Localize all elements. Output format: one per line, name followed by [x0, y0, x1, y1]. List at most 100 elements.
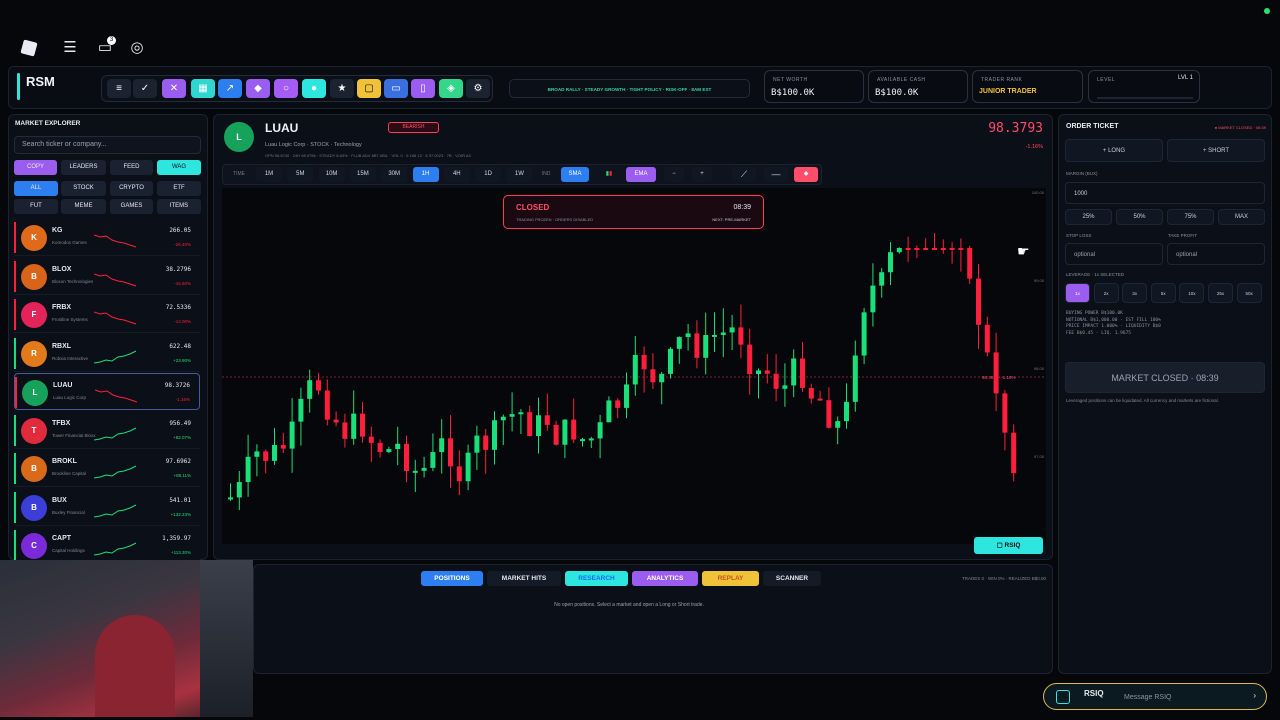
market-row[interactable]: B BUX Buxley Financial 541.01 +132.23%	[14, 488, 200, 526]
search-input[interactable]: Search ticker or company...	[14, 136, 201, 154]
tab-positions[interactable]: POSITIONS	[421, 571, 483, 586]
y-axis-label: 99.00	[1034, 278, 1045, 283]
cat-meme[interactable]: MEME	[61, 199, 106, 214]
arrow-tool-icon[interactable]: ↗	[218, 79, 242, 98]
row-company: Bloxon Technologies	[52, 278, 94, 284]
leverage-button[interactable]: 5x	[1150, 283, 1176, 303]
view-feed[interactable]: FEED	[110, 160, 153, 175]
candles-icon[interactable]: ▮▮	[598, 167, 620, 182]
cat-all[interactable]: ALL	[14, 181, 58, 196]
cash-value: B$100.0K	[875, 88, 919, 98]
chat-icon[interactable]: ▭ 3	[95, 36, 116, 58]
pct-50-button[interactable]: 50%	[1116, 209, 1163, 225]
tab-analytics[interactable]: ANALYTICS	[632, 571, 698, 586]
circle-tool-icon[interactable]: ○	[274, 79, 298, 98]
ticker-avatar: L	[224, 122, 254, 152]
candle-body	[272, 444, 277, 461]
market-row[interactable]: T TFBX Tower Financial Bloxx 956.49 +82.07%	[14, 411, 200, 449]
market-row[interactable]: B BLOX Bloxon Technologies 38.2796 -16.60%	[14, 257, 200, 295]
check-tool-icon[interactable]: ✓	[133, 79, 157, 98]
timeframe-button[interactable]: 4H	[443, 167, 470, 182]
grid-tool-icon[interactable]: ▦	[191, 79, 215, 98]
candle-body	[316, 380, 321, 391]
tab-research[interactable]: RESEARCH	[565, 571, 628, 586]
market-row[interactable]: F FRBX Frostline Systems 72.5336 -14.00%	[14, 296, 200, 333]
view-leaders[interactable]: LEADERS	[61, 160, 106, 175]
rsiq-chart-button[interactable]: ▢ RSIQ	[974, 537, 1043, 554]
candlestick-chart[interactable]: 100.00 99.00 98.00 97.00 98.38% · -1.16%	[222, 188, 1046, 544]
ticker-avatar-icon: B	[21, 494, 47, 521]
leverage-button[interactable]: 50x	[1236, 283, 1262, 303]
chart-stats-line: OPN 98.8740 · 24H 98.9756 · STEADY 8.63%…	[265, 153, 471, 158]
pct-25-button[interactable]: 25%	[1065, 209, 1112, 225]
leverage-button[interactable]: 10x	[1179, 283, 1205, 303]
monitor-tool-icon[interactable]: ▭	[384, 79, 408, 98]
chat-input[interactable]: Message RSIQ	[1124, 694, 1171, 701]
timeframe-button[interactable]: 1W	[506, 167, 533, 182]
market-closed-button[interactable]: MARKET CLOSED · 08:39	[1065, 362, 1265, 393]
headset-icon[interactable]: ◎	[127, 38, 147, 58]
long-button[interactable]: + LONG	[1065, 139, 1163, 162]
zoom-in-button[interactable]: +	[692, 167, 712, 182]
candle-body	[808, 387, 814, 399]
margin-input[interactable]: 1000	[1065, 182, 1265, 204]
sma-button[interactable]: SMA	[561, 167, 589, 182]
eraser-icon[interactable]: ◆	[794, 167, 818, 182]
leverage-button[interactable]: 2x	[1093, 283, 1119, 303]
leverage-button[interactable]: 1x	[1065, 283, 1090, 303]
tab-market-hits[interactable]: MARKET HITS	[487, 571, 561, 586]
pct-max-button[interactable]: MAX	[1218, 209, 1265, 225]
chat-bar[interactable]: RSIQ Message RSIQ ›	[1043, 683, 1267, 710]
take-profit-input[interactable]: optional	[1167, 243, 1265, 265]
roblox-logo-icon[interactable]	[19, 38, 39, 58]
view-wag[interactable]: WAG	[157, 160, 201, 175]
cat-fut[interactable]: FUT	[14, 199, 58, 214]
short-button[interactable]: + SHORT	[1167, 139, 1265, 162]
cat-items[interactable]: ITEMS	[157, 199, 201, 214]
timeframe-button[interactable]: 30M	[381, 167, 408, 182]
candle-body	[456, 466, 462, 482]
cat-etf[interactable]: ETF	[157, 181, 201, 196]
market-row[interactable]: C CAPT Capital Holdings 1,359.97 +113.30%	[14, 527, 200, 564]
shield-tool-icon[interactable]: ◈	[439, 79, 463, 98]
gear-icon[interactable]: ⚙	[466, 79, 490, 98]
square-tool-icon[interactable]: ▢	[357, 79, 381, 98]
timeframe-button[interactable]: 15M	[349, 167, 376, 182]
timeframe-button[interactable]: 5M	[287, 167, 314, 182]
trendline-icon[interactable]: ⟋	[732, 167, 756, 182]
frame-tool-icon[interactable]: ▯	[411, 79, 435, 98]
chart-subtitle: Luau Logic Corp · STOCK · Technology	[265, 142, 362, 148]
dot-tool-icon[interactable]: ●	[302, 79, 326, 98]
cat-crypto[interactable]: CRYPTO	[110, 181, 153, 196]
leverage-button[interactable]: 3x	[1122, 283, 1148, 303]
cat-games[interactable]: GAMES	[110, 199, 153, 214]
timeframe-button[interactable]: 1M	[256, 167, 282, 182]
hline-icon[interactable]: —	[764, 167, 788, 182]
webcam-shelf	[200, 560, 253, 717]
chat-send-icon[interactable]: ›	[1253, 691, 1256, 700]
timeframe-button[interactable]: 10M	[318, 167, 345, 182]
row-change: -14.00%	[174, 319, 191, 324]
zoom-out-button[interactable]: −	[664, 167, 684, 182]
list-tool-icon[interactable]: ≡	[107, 79, 131, 98]
market-row[interactable]: K KG Komodos Games 266.05 -26.40%	[14, 219, 200, 256]
tab-replay[interactable]: REPLAY	[702, 571, 759, 586]
timeframe-button[interactable]: 1H	[412, 167, 439, 182]
timeframe-button[interactable]: 1D	[475, 167, 502, 182]
view-copy[interactable]: COPY	[14, 160, 57, 175]
pct-75-button[interactable]: 75%	[1167, 209, 1214, 225]
diamond-tool-icon[interactable]: ◆	[246, 79, 270, 98]
cat-stock[interactable]: STOCK	[61, 181, 106, 196]
market-row[interactable]: R RBXL Robxia Interactive 622.48 +23.90%	[14, 334, 200, 372]
stop-loss-input[interactable]: optional	[1065, 243, 1163, 265]
ema-button[interactable]: EMA	[626, 167, 656, 182]
star-tool-icon[interactable]: ★	[330, 79, 354, 98]
row-ticker: TFBX	[52, 419, 71, 427]
market-row[interactable]: B BROKL Brookline Capital 97.6962 +88.11%	[14, 450, 200, 487]
cross-tool-icon[interactable]: ✕	[162, 79, 186, 98]
menu-icon[interactable]: ☰	[60, 38, 80, 58]
market-row[interactable]: L LUAU Luau Logic Corp 98.3726 -1.16%	[14, 373, 200, 410]
candle-body	[773, 373, 779, 389]
tab-scanner[interactable]: SCANNER	[763, 571, 821, 586]
leverage-button[interactable]: 25x	[1208, 283, 1233, 303]
